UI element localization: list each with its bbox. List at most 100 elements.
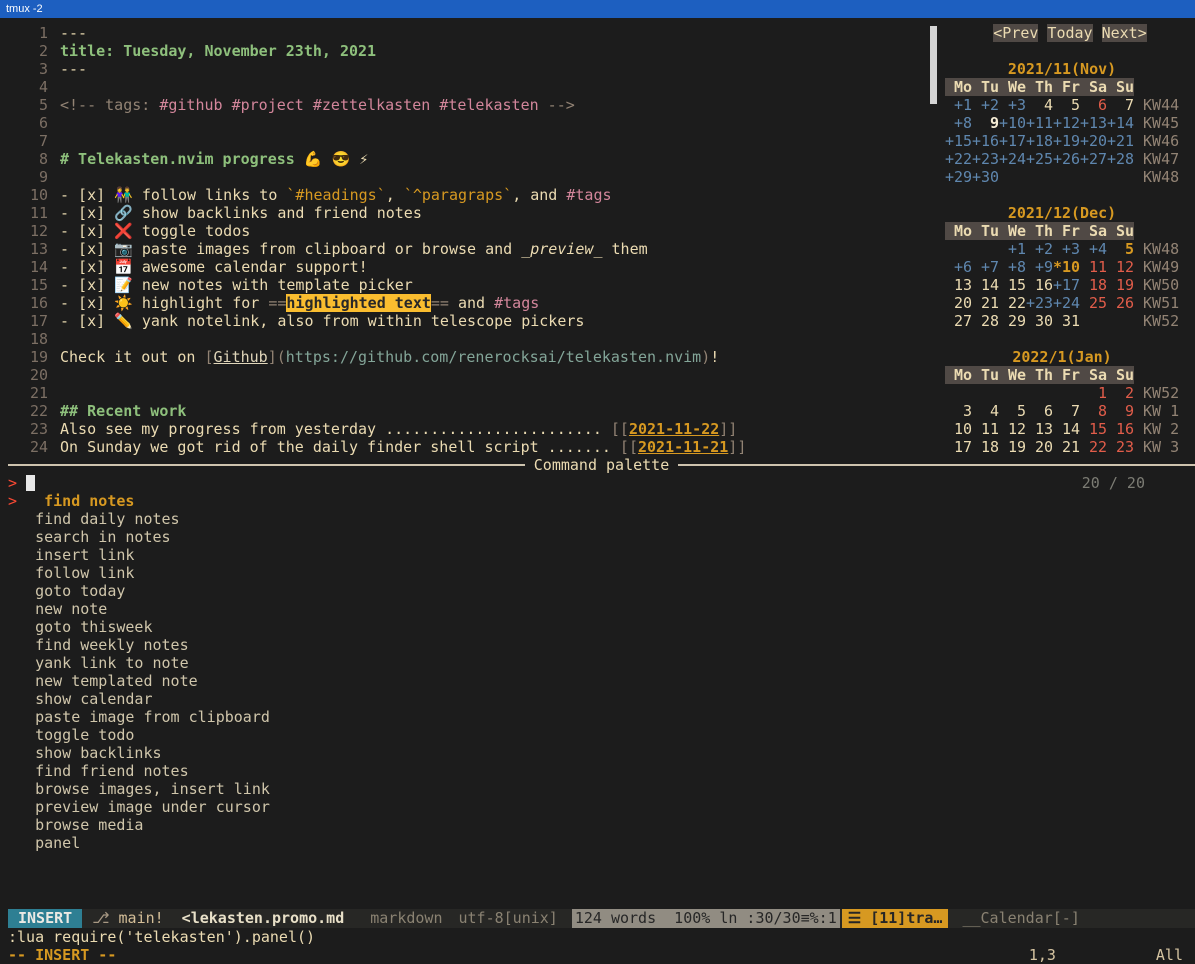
palette-item[interactable]: > find notes	[8, 492, 1195, 510]
palette-prompt-line[interactable]: > 20 / 20	[8, 474, 1195, 492]
calendar-day[interactable]: 10	[945, 420, 972, 438]
calendar-day[interactable]: 12	[999, 420, 1026, 438]
calendar-day[interactable]: +12	[1053, 114, 1080, 132]
calendar-day[interactable]: 15	[1080, 420, 1107, 438]
calendar-day[interactable]: 16	[1107, 420, 1134, 438]
calendar-day[interactable]: +3	[1053, 240, 1080, 258]
editor-scrollbar-thumb[interactable]	[930, 26, 937, 104]
calendar-day[interactable]: 9	[1107, 402, 1134, 420]
calendar-day[interactable]: +17	[1053, 276, 1080, 294]
calendar-day[interactable]: +27	[1080, 150, 1107, 168]
calendar-day[interactable]: 28	[972, 312, 999, 330]
calendar-day[interactable]: 25	[1080, 294, 1107, 312]
palette-item[interactable]: browse media	[8, 816, 1195, 834]
calendar-day[interactable]: +24	[999, 150, 1026, 168]
calendar-day[interactable]: 12	[1107, 258, 1134, 276]
calendar-day[interactable]: 31	[1053, 312, 1080, 330]
calendar-day[interactable]: 16	[1026, 276, 1053, 294]
calendar-day[interactable]: +19	[1053, 132, 1080, 150]
calendar-day[interactable]: 9	[972, 114, 999, 132]
palette-item[interactable]: show backlinks	[8, 744, 1195, 762]
calendar-day[interactable]: 19	[1107, 276, 1134, 294]
calendar-day[interactable]: 18	[972, 438, 999, 456]
calendar-day[interactable]: +13	[1080, 114, 1107, 132]
palette-item[interactable]: insert link	[8, 546, 1195, 564]
calendar-day[interactable]: +6	[945, 258, 972, 276]
calendar-day[interactable]: +16	[972, 132, 999, 150]
calendar-day[interactable]: 11	[1080, 258, 1107, 276]
calendar-day[interactable]: +14	[1107, 114, 1134, 132]
calendar-today-button[interactable]: Today	[1047, 24, 1092, 42]
editor-window[interactable]: 1---2title: Tuesday, November 23th, 2021…	[8, 24, 945, 456]
palette-item[interactable]: find daily notes	[8, 510, 1195, 528]
calendar-day[interactable]: +29	[945, 168, 972, 186]
calendar-day[interactable]: 6	[1026, 402, 1053, 420]
palette-item[interactable]: toggle todo	[8, 726, 1195, 744]
palette-item[interactable]: panel	[8, 834, 1195, 852]
calendar-day[interactable]: 5	[999, 402, 1026, 420]
palette-item[interactable]: goto today	[8, 582, 1195, 600]
calendar-day[interactable]: +1	[945, 96, 972, 114]
command-line[interactable]: :lua require('telekasten').panel()	[8, 928, 1195, 946]
palette-item[interactable]: new note	[8, 600, 1195, 618]
palette-item[interactable]: search in notes	[8, 528, 1195, 546]
calendar-day[interactable]: 11	[972, 420, 999, 438]
calendar-day[interactable]: +4	[1080, 240, 1107, 258]
calendar-next-button[interactable]: Next>	[1102, 24, 1147, 42]
calendar-day[interactable]: 14	[972, 276, 999, 294]
palette-item[interactable]: goto thisweek	[8, 618, 1195, 636]
calendar-day[interactable]: +23	[972, 150, 999, 168]
calendar-prev-button[interactable]: <Prev	[993, 24, 1038, 42]
calendar-day[interactable]: 8	[1080, 402, 1107, 420]
calendar-day[interactable]: +26	[1053, 150, 1080, 168]
palette-item[interactable]: show calendar	[8, 690, 1195, 708]
palette-item[interactable]: find weekly notes	[8, 636, 1195, 654]
calendar-day[interactable]: 19	[999, 438, 1026, 456]
calendar-day[interactable]: +30	[972, 168, 999, 186]
palette-item[interactable]: follow link	[8, 564, 1195, 582]
calendar-day[interactable]: +11	[1026, 114, 1053, 132]
calendar-day[interactable]: +17	[999, 132, 1026, 150]
palette-item[interactable]: paste image from clipboard	[8, 708, 1195, 726]
calendar-day[interactable]: 22	[999, 294, 1026, 312]
calendar-day[interactable]: +28	[1107, 150, 1134, 168]
calendar-day[interactable]: +7	[972, 258, 999, 276]
calendar-day[interactable]: 21	[972, 294, 999, 312]
calendar-day[interactable]: 4	[1026, 96, 1053, 114]
calendar-day[interactable]: +1	[999, 240, 1026, 258]
calendar-day[interactable]: +18	[1026, 132, 1053, 150]
calendar-day[interactable]: +21	[1107, 132, 1134, 150]
calendar-day[interactable]: 13	[945, 276, 972, 294]
calendar-day[interactable]: 13	[1026, 420, 1053, 438]
calendar-day[interactable]: 23	[1107, 438, 1134, 456]
calendar-day[interactable]: +23	[1026, 294, 1053, 312]
calendar-day[interactable]: +2	[1026, 240, 1053, 258]
calendar-day[interactable]: 7	[1053, 402, 1080, 420]
calendar-day[interactable]: +25	[1026, 150, 1053, 168]
palette-item[interactable]: yank link to note	[8, 654, 1195, 672]
calendar-day[interactable]: 5	[1107, 240, 1134, 258]
calendar-day[interactable]: +8	[999, 258, 1026, 276]
calendar-day[interactable]: 20	[1026, 438, 1053, 456]
calendar-day[interactable]: 26	[1107, 294, 1134, 312]
calendar-day[interactable]: +22	[945, 150, 972, 168]
calendar-day[interactable]: 5	[1053, 96, 1080, 114]
calendar-day[interactable]: 3	[945, 402, 972, 420]
calendar-day[interactable]: +2	[972, 96, 999, 114]
calendar-day[interactable]: 27	[945, 312, 972, 330]
calendar-day[interactable]: 20	[945, 294, 972, 312]
calendar-day[interactable]: 14	[1053, 420, 1080, 438]
calendar-day[interactable]: +15	[945, 132, 972, 150]
palette-item[interactable]: new templated note	[8, 672, 1195, 690]
calendar-day[interactable]: 29	[999, 312, 1026, 330]
calendar-day[interactable]: +10	[999, 114, 1026, 132]
calendar-day[interactable]: +8	[945, 114, 972, 132]
calendar-day[interactable]: 2	[1107, 384, 1134, 402]
palette-item[interactable]: find friend notes	[8, 762, 1195, 780]
calendar-day[interactable]: +3	[999, 96, 1026, 114]
palette-item[interactable]: browse images, insert link	[8, 780, 1195, 798]
calendar-day[interactable]: *10	[1053, 258, 1080, 276]
calendar-day[interactable]: 7	[1107, 96, 1134, 114]
calendar-day[interactable]: 21	[1053, 438, 1080, 456]
calendar-day[interactable]: 17	[945, 438, 972, 456]
